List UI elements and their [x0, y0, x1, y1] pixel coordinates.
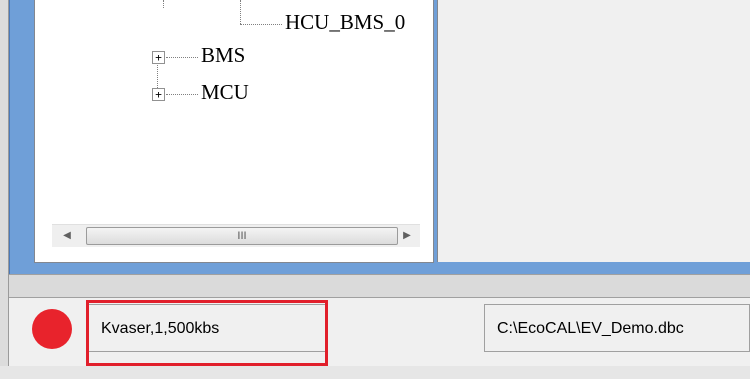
- scroll-left-icon[interactable]: ◀: [56, 225, 78, 247]
- tree-item-bms[interactable]: BMS: [201, 43, 245, 68]
- application-window: HCU_BMS_0 + BMS + MCU ◀ III ▶ Kvaser,1,5…: [0, 0, 750, 379]
- splitter-bar[interactable]: [9, 274, 750, 297]
- scroll-right-icon[interactable]: ▶: [396, 225, 418, 247]
- tree-connector-line: [240, 24, 282, 25]
- horizontal-scrollbar[interactable]: ◀ III ▶: [52, 224, 420, 247]
- tree-item-hcu-bms[interactable]: HCU_BMS_0: [285, 10, 405, 35]
- tree-connector-line: [166, 57, 198, 58]
- tree-item-mcu[interactable]: MCU: [201, 80, 249, 105]
- highlight-box: [86, 300, 328, 366]
- detail-pane[interactable]: [437, 0, 750, 262]
- expand-icon[interactable]: +: [152, 88, 165, 101]
- connection-status-indicator-icon: [32, 309, 72, 349]
- window-left-border: [0, 0, 9, 379]
- file-path-text: C:\EcoCAL\EV_Demo.dbc: [497, 320, 684, 337]
- tree-connector-line: [240, 0, 241, 24]
- scrollbar-thumb[interactable]: III: [86, 227, 398, 245]
- file-path-panel: C:\EcoCAL\EV_Demo.dbc: [484, 304, 750, 352]
- tree-connector-line: [166, 94, 198, 95]
- window-bottom-edge: [0, 366, 750, 379]
- tree-connector-line: [163, 0, 164, 8]
- expand-icon[interactable]: +: [152, 51, 165, 64]
